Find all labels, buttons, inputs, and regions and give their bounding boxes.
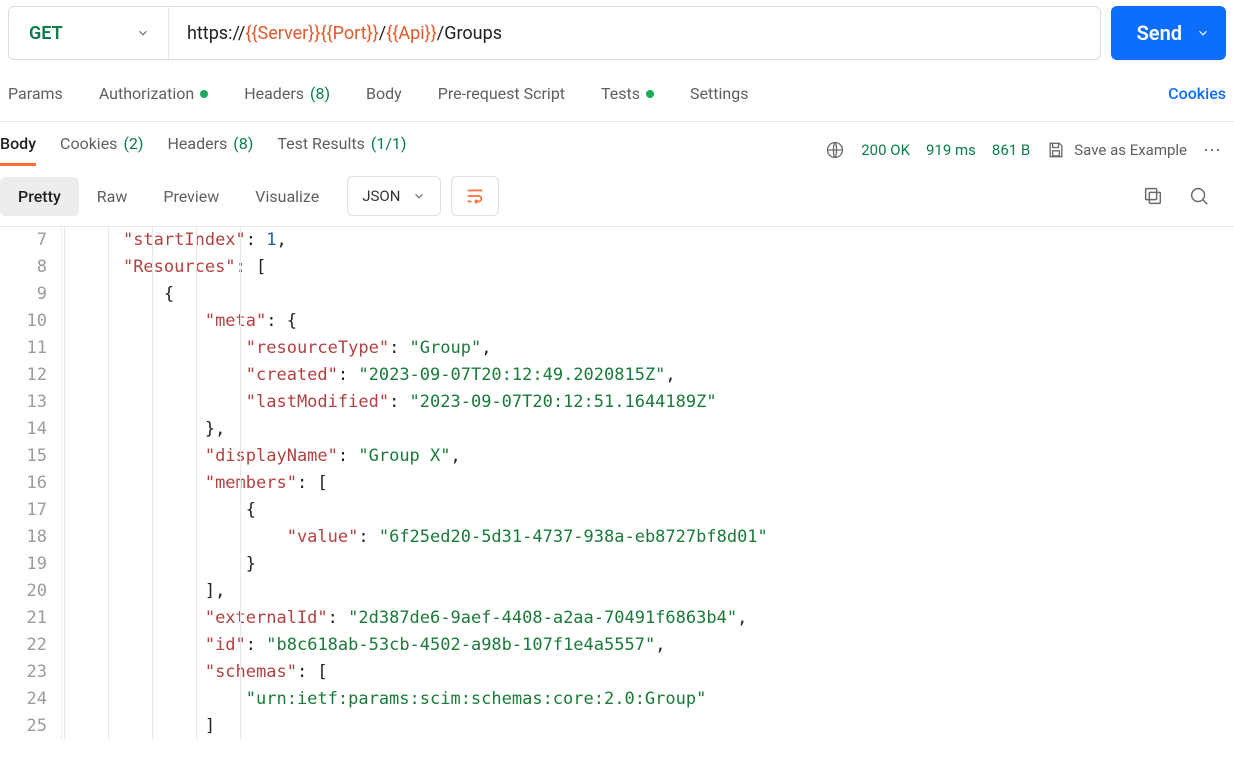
status-code: 200 OK xyxy=(861,141,910,159)
wrap-icon xyxy=(464,185,486,207)
code-line: "resourceType": "Group", xyxy=(82,335,768,362)
view-pretty[interactable]: Pretty xyxy=(0,177,79,216)
copy-icon[interactable] xyxy=(1142,185,1164,207)
resp-tab-test-results[interactable]: Test Results (1/1) xyxy=(277,134,406,166)
http-method-select[interactable]: GET xyxy=(9,7,169,59)
code-lines[interactable]: "startIndex": 1, "Resources": [ { "meta"… xyxy=(62,227,768,740)
line-number: 7 xyxy=(0,227,47,254)
url-text: /Groups xyxy=(437,23,502,44)
wrap-lines-button[interactable] xyxy=(451,176,499,216)
url-variable: {{Port}} xyxy=(320,23,378,44)
cookies-link[interactable]: Cookies xyxy=(1168,84,1226,103)
resp-tab-body[interactable]: Body xyxy=(0,134,36,166)
globe-icon[interactable] xyxy=(825,140,845,160)
line-number: 12 xyxy=(0,362,47,389)
view-preview[interactable]: Preview xyxy=(145,177,237,216)
tab-params[interactable]: Params xyxy=(8,84,63,103)
line-number: 15 xyxy=(0,443,47,470)
code-line: }, xyxy=(82,416,768,443)
resp-tab-cookies[interactable]: Cookies (2) xyxy=(60,134,143,166)
response-tabs: Body Cookies (2) Headers (8) Test Result… xyxy=(0,134,407,166)
save-icon xyxy=(1046,140,1066,160)
line-number: 18 xyxy=(0,524,47,551)
format-select[interactable]: JSON xyxy=(347,176,441,216)
save-example-label: Save as Example xyxy=(1074,141,1187,159)
status-dot-icon xyxy=(646,90,654,98)
resp-tab-headers[interactable]: Headers (8) xyxy=(167,134,253,166)
code-line: "lastModified": "2023-09-07T20:12:51.164… xyxy=(82,389,768,416)
line-number: 13 xyxy=(0,389,47,416)
status-dot-icon xyxy=(200,90,208,98)
tab-authorization[interactable]: Authorization xyxy=(99,84,208,103)
send-label: Send xyxy=(1137,21,1182,45)
code-line: "meta": { xyxy=(82,308,768,335)
code-line: { xyxy=(82,497,768,524)
tab-prerequest[interactable]: Pre-request Script xyxy=(438,84,565,103)
save-as-example-button[interactable]: Save as Example xyxy=(1046,140,1187,160)
url-text: https:// xyxy=(187,23,245,44)
response-size: 861 B xyxy=(992,141,1030,159)
line-number: 21 xyxy=(0,605,47,632)
url-variable: {{Api}} xyxy=(386,23,437,44)
method-url-group: GET https://{{Server}}{{Port}}/{{Api}}/G… xyxy=(8,6,1101,60)
line-number: 22 xyxy=(0,632,47,659)
more-menu-icon[interactable]: ⋯ xyxy=(1203,140,1226,161)
chevron-down-icon xyxy=(136,26,150,40)
chevron-down-icon xyxy=(412,189,426,203)
line-number: 19 xyxy=(0,551,47,578)
tab-tests[interactable]: Tests xyxy=(601,84,654,103)
code-line: ] xyxy=(82,713,768,740)
view-visualize[interactable]: Visualize xyxy=(237,177,337,216)
send-button[interactable]: Send xyxy=(1111,6,1226,60)
response-time: 919 ms xyxy=(926,141,976,159)
format-label: JSON xyxy=(362,187,400,205)
line-number: 20 xyxy=(0,578,47,605)
response-body-viewer: 78910111213141516171819202122232425 "sta… xyxy=(0,227,1234,740)
line-number-gutter: 78910111213141516171819202122232425 xyxy=(0,227,62,740)
code-line: "created": "2023-09-07T20:12:49.2020815Z… xyxy=(82,362,768,389)
response-bar: Body Cookies (2) Headers (8) Test Result… xyxy=(0,122,1234,166)
code-line: "urn:ietf:params:scim:schemas:core:2.0:G… xyxy=(82,686,768,713)
code-line: "id": "b8c618ab-53cb-4502-a98b-107f1e4a5… xyxy=(82,632,768,659)
tab-body[interactable]: Body xyxy=(366,84,402,103)
line-number: 24 xyxy=(0,686,47,713)
line-number: 14 xyxy=(0,416,47,443)
line-number: 11 xyxy=(0,335,47,362)
code-line: ], xyxy=(82,578,768,605)
line-number: 8 xyxy=(0,254,47,281)
url-text: / xyxy=(379,23,386,44)
request-tabs: Params Authorization Headers (8) Body Pr… xyxy=(0,66,1234,122)
request-bar: GET https://{{Server}}{{Port}}/{{Api}}/G… xyxy=(0,0,1234,66)
response-meta: 200 OK 919 ms 861 B Save as Example ⋯ xyxy=(825,140,1226,161)
search-icon[interactable] xyxy=(1188,185,1210,207)
view-raw[interactable]: Raw xyxy=(79,177,146,216)
line-number: 9 xyxy=(0,281,47,308)
code-line: "members": [ xyxy=(82,470,768,497)
code-line: "schemas": [ xyxy=(82,659,768,686)
chevron-down-icon[interactable] xyxy=(1196,26,1210,40)
code-line: "Resources": [ xyxy=(82,254,768,281)
view-toolbar: Pretty Raw Preview Visualize JSON xyxy=(0,166,1234,227)
line-number: 16 xyxy=(0,470,47,497)
code-line: } xyxy=(82,551,768,578)
tab-headers[interactable]: Headers (8) xyxy=(244,84,330,103)
code-line: { xyxy=(82,281,768,308)
http-method-label: GET xyxy=(29,23,63,44)
code-line: "value": "6f25ed20-5d31-4737-938a-eb8727… xyxy=(82,524,768,551)
line-number: 10 xyxy=(0,308,47,335)
code-line: "displayName": "Group X", xyxy=(82,443,768,470)
url-input[interactable]: https://{{Server}}{{Port}}/{{Api}}/Group… xyxy=(169,7,1100,59)
view-mode-tabs: Pretty Raw Preview Visualize xyxy=(0,177,337,216)
tab-settings[interactable]: Settings xyxy=(690,84,748,103)
code-line: "externalId": "2d387de6-9aef-4408-a2aa-7… xyxy=(82,605,768,632)
line-number: 23 xyxy=(0,659,47,686)
line-number: 25 xyxy=(0,713,47,740)
url-variable: {{Server}} xyxy=(245,23,320,44)
code-line: "startIndex": 1, xyxy=(82,227,768,254)
line-number: 17 xyxy=(0,497,47,524)
